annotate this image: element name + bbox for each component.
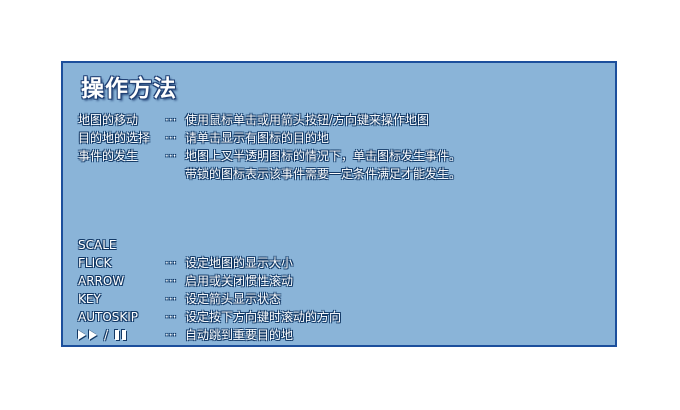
item-label: AUTOSKIP <box>78 310 139 324</box>
item-description: 设定地图的显示大小 <box>185 256 294 270</box>
item-description: 自动跳到重要目的地 <box>185 328 294 342</box>
panel-title: 操作方法 <box>81 76 177 102</box>
item-separator: ··· <box>165 292 177 306</box>
item-label: 事件的发生 <box>78 149 139 163</box>
item-description: 地图上叉半透明图标的情况下，单击图标发生事件。 <box>185 149 462 163</box>
item-label: ARROW <box>78 274 125 288</box>
item-description: 设定箭头显示状态 <box>185 292 282 306</box>
item-separator: ··· <box>165 131 177 145</box>
play-icon <box>78 330 86 340</box>
item-description: 使用鼠标单击或用箭头按钮/方向键来操作地图 <box>185 113 430 127</box>
play-icon <box>89 330 97 340</box>
item-description: 带锁的图标表示该事件需要一定条件满足才能发生。 <box>185 167 462 181</box>
item-description: 设定按下方向键时滚动的方向 <box>185 310 342 324</box>
item-separator: ··· <box>165 328 177 342</box>
icon-slash: / <box>104 328 109 342</box>
item-label: FLICK <box>78 256 112 270</box>
item-description: 启用或关闭惯性滚动 <box>185 274 294 288</box>
pause-icon <box>115 330 120 340</box>
item-label: 目的地的选择 <box>78 131 151 145</box>
item-separator: ··· <box>165 149 177 163</box>
item-label: KEY <box>78 292 101 306</box>
item-separator: ··· <box>165 113 177 127</box>
item-separator: ··· <box>165 256 177 270</box>
item-separator: ··· <box>165 310 177 324</box>
item-label: 地图的移动 <box>78 113 139 127</box>
item-description: 请单击显示有图标的目的地 <box>185 131 330 145</box>
play-pause-icons: / <box>78 326 127 344</box>
scale-label: SCALE <box>78 238 117 252</box>
pause-icon <box>122 330 127 340</box>
item-separator: ··· <box>165 274 177 288</box>
instructions-panel: 操作方法 地图的移动 ··· 使用鼠标单击或用箭头按钮/方向键来操作地图 目的地… <box>61 61 617 347</box>
